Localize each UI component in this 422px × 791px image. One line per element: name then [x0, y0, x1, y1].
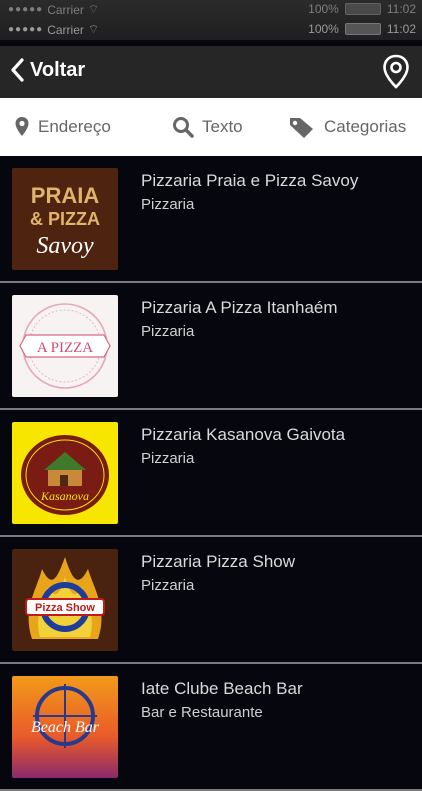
logo-text: Beach Bar — [31, 719, 100, 736]
battery-icon — [344, 3, 381, 15]
place-logo: Beach Bar — [12, 676, 118, 778]
location-icon — [15, 117, 29, 136]
kasanova-logo: Kasanova — [12, 422, 118, 524]
place-name: Pizzaria Kasanova Gaivota — [141, 425, 346, 444]
place-category: Pizzaria — [141, 450, 195, 467]
logo-text: & PIZZA — [30, 209, 100, 229]
list-item[interactable]: Pizza Show Pizzaria Pizza Show Pizzaria — [0, 537, 422, 664]
list-item[interactable]: PRAIA & PIZZA Savoy Pizzaria Praia e Piz… — [0, 156, 422, 283]
clock: 11:02 — [386, 2, 416, 16]
places-list: PRAIA & PIZZA Savoy Pizzaria Praia e Piz… — [0, 156, 422, 791]
beach-bar-logo: Beach Bar — [12, 676, 118, 778]
logo-text: PRAIA — [31, 183, 100, 208]
signal-icon: ●●●●● — [8, 24, 44, 35]
place-name: Pizzaria Pizza Show — [141, 552, 296, 571]
place-logo: PRAIA & PIZZA Savoy — [12, 168, 118, 270]
place-category: Bar e Restaurante — [141, 704, 263, 721]
back-label: Voltar — [30, 58, 86, 81]
place-category: Pizzaria — [141, 323, 195, 340]
place-name: Pizzaria Praia e Pizza Savoy — [141, 171, 359, 190]
navigation-bar: Voltar — [0, 46, 422, 98]
a-pizza-logo: A PIZZA — [12, 295, 118, 397]
pizza-show-logo: Pizza Show — [12, 549, 118, 651]
status-bar: ●●●●● Carrier ⌔ 100% 11:02 ●●●●● Carrier… — [0, 0, 422, 40]
battery-icon — [344, 23, 381, 35]
place-name: Iate Clube Beach Bar — [141, 679, 303, 698]
list-item[interactable]: Kasanova Pizzaria Kasanova Gaivota Pizza… — [0, 410, 422, 537]
list-item[interactable]: Beach Bar Iate Clube Beach Bar Bar e Res… — [0, 664, 422, 791]
logo-text: Kasanova — [40, 489, 89, 503]
filter-address-label: Endereço — [38, 117, 111, 136]
wifi-icon: ⌔ — [87, 22, 100, 36]
praia-pizza-logo: PRAIA & PIZZA Savoy — [12, 168, 118, 270]
signal-icon: ●●●●● — [8, 4, 44, 15]
back-button[interactable]: Voltar — [10, 58, 85, 82]
status-row: ●●●●● Carrier ⌔ 100% 11:02 — [0, 20, 422, 37]
filter-address[interactable]: Endereço — [14, 98, 111, 156]
list-item[interactable]: A PIZZA Pizzaria A Pizza Itanhaém Pizzar… — [0, 283, 422, 410]
status-row-ghost: ●●●●● Carrier ⌔ 100% 11:02 — [0, 0, 422, 17]
filter-categories[interactable]: Categorias — [288, 98, 406, 156]
filter-categories-label: Categorias — [324, 117, 407, 136]
battery-percent: 100% — [308, 22, 339, 36]
place-logo: Kasanova — [12, 422, 118, 524]
clock: 11:02 — [386, 22, 416, 36]
wifi-icon: ⌔ — [87, 2, 100, 16]
logo-text: Pizza Show — [35, 602, 95, 614]
filter-bar: Endereço Texto Categorias — [0, 98, 422, 157]
logo-text: A PIZZA — [37, 340, 93, 356]
tag-icon — [290, 118, 313, 138]
logo-text: Savoy — [36, 233, 94, 259]
chevron-left-icon — [11, 58, 24, 82]
place-category: Pizzaria — [141, 577, 195, 594]
place-logo: A PIZZA — [12, 295, 118, 397]
place-name: Pizzaria A Pizza Itanhaém — [141, 298, 338, 317]
map-pin-icon — [383, 54, 409, 89]
search-icon — [173, 117, 194, 138]
carrier-label: Carrier — [47, 2, 84, 17]
map-pin-button[interactable] — [382, 54, 410, 90]
battery-percent: 100% — [308, 2, 339, 16]
carrier-label: Carrier — [47, 22, 84, 37]
filter-text[interactable]: Texto — [172, 98, 243, 156]
place-category: Pizzaria — [141, 196, 195, 213]
place-logo: Pizza Show — [12, 549, 118, 651]
filter-text-label: Texto — [202, 117, 243, 136]
